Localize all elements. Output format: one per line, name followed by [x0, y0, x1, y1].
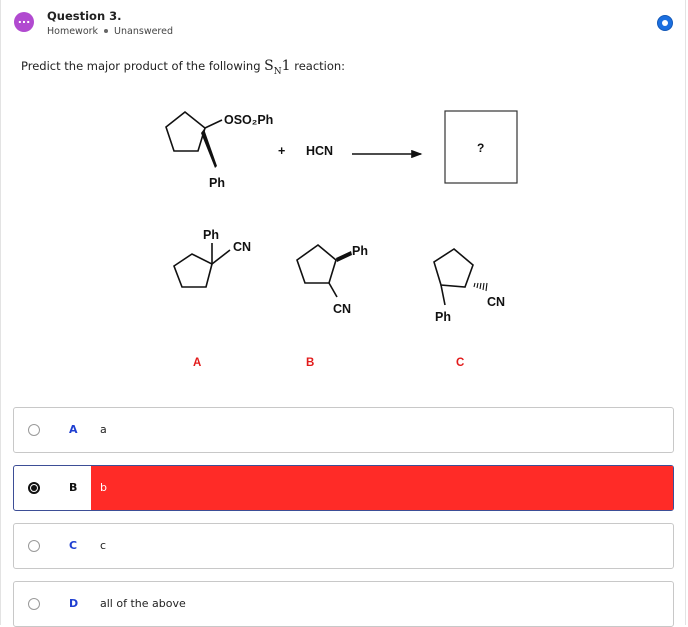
option-letter: C: [69, 539, 78, 552]
radio-button-d[interactable]: [28, 598, 40, 610]
sn1-one: 1: [281, 58, 291, 74]
question-prompt: Predict the major product of the followi…: [21, 58, 345, 77]
sn1-n: N: [273, 66, 282, 77]
reactant-cyclopentane-ring: [165, 110, 206, 152]
product-c-ring: [433, 248, 474, 288]
prompt-text-before: Predict the major product of the followi…: [21, 59, 261, 73]
product-c-hashed-bond: [473, 282, 488, 292]
option-letter: A: [69, 423, 78, 436]
product-unknown-mark: ?: [477, 141, 484, 155]
question-header: ... Question 3. Homework Unanswered: [0, 0, 688, 48]
option-letter: B: [69, 481, 78, 494]
sn1-label: SN1: [264, 58, 291, 77]
question-category: Homework: [47, 26, 99, 37]
answer-option-c[interactable]: C c: [13, 523, 674, 569]
radio-button-b[interactable]: [28, 482, 40, 494]
reagent-hcn: HCN: [306, 144, 333, 158]
reactant-wedge-bond: [201, 129, 217, 168]
product-b-molecule: [296, 243, 352, 298]
product-a-phenyl-label: Ph: [203, 228, 219, 242]
product-b-cyano-label: CN: [333, 302, 351, 316]
product-c-cyano-label: CN: [487, 295, 505, 309]
option-letter: D: [69, 597, 79, 610]
answer-option-d[interactable]: D all of the above: [13, 581, 674, 627]
product-c-phenyl-bond: [440, 284, 446, 306]
answer-option-b[interactable]: B b: [13, 465, 674, 511]
reactant-molecule: [165, 110, 223, 168]
product-b-cyano-bond: [328, 282, 338, 298]
product-b-ring: [296, 243, 337, 284]
reaction-scheme: OSO₂Ph Ph + HCN ? Ph CN Ph CN Ph CN A B …: [165, 110, 518, 369]
radio-button-a[interactable]: [28, 424, 40, 436]
product-b-phenyl-label: Ph: [352, 244, 368, 258]
product-b-label: B: [306, 357, 314, 369]
product-a-cyano-bond: [211, 249, 231, 265]
question-title: Question 3.: [47, 9, 122, 23]
option-text: c: [100, 539, 107, 552]
product-a-molecule: [173, 243, 231, 288]
reactant-oso2ph-bond: [204, 119, 223, 129]
product-a-ring: [173, 253, 213, 288]
leaving-group-label: OSO₂Ph: [224, 113, 273, 127]
chat-bubble-icon[interactable]: ...: [14, 12, 34, 32]
radio-button-c[interactable]: [28, 540, 40, 552]
question-meta: Homework Unanswered: [47, 26, 173, 37]
product-c-molecule: [433, 248, 488, 306]
question-status: Unanswered: [114, 26, 173, 37]
option-text: a: [100, 423, 107, 436]
plus-sign: +: [278, 144, 285, 158]
product-c-label: C: [456, 357, 464, 369]
sn1-s: S: [264, 58, 274, 74]
prompt-text-after: reaction:: [294, 59, 346, 73]
separator-dot-icon: [104, 28, 109, 33]
product-c-phenyl-label: Ph: [435, 310, 451, 324]
reactant-phenyl-label: Ph: [209, 176, 225, 190]
product-a-cyano-label: CN: [233, 240, 251, 254]
option-text: all of the above: [100, 597, 186, 610]
product-b-wedge-bond: [336, 251, 352, 262]
bookmark-icon[interactable]: [657, 15, 673, 31]
option-text: b: [100, 481, 107, 494]
answer-option-a[interactable]: A a: [13, 407, 674, 453]
selected-highlight: [91, 466, 673, 510]
product-a-label: A: [193, 357, 201, 369]
